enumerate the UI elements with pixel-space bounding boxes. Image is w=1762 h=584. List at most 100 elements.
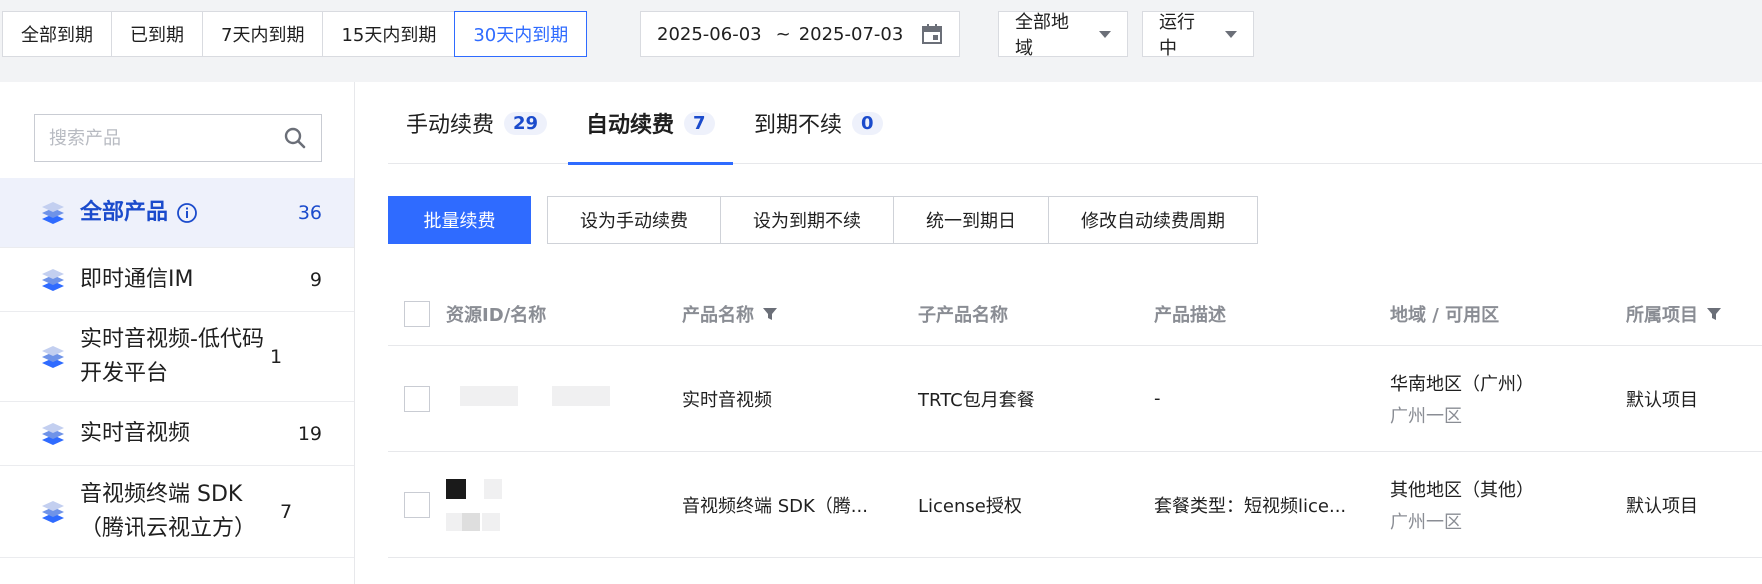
header-label: 所属项目 <box>1626 304 1698 326</box>
layers-icon <box>42 201 64 224</box>
layers-icon <box>42 268 64 291</box>
header-description: 产品描述 <box>1154 304 1226 326</box>
expiry-segmented-control: 全部到期 已到期 7天内到期 15天内到期 30天内到期 <box>2 11 588 57</box>
date-separator: ~ <box>775 23 791 45</box>
filter-icon[interactable] <box>1706 306 1722 322</box>
segment-7-days[interactable]: 7天内到期 <box>202 11 324 57</box>
product-item-count: 7 <box>280 500 293 523</box>
renewal-tabs: 手动续费 29 自动续费 7 到期不续 0 <box>388 82 1762 165</box>
redacted-block <box>446 478 466 499</box>
redacted-block <box>482 512 500 531</box>
action-button-group: 设为手动续费 设为到期不续 统一到期日 修改自动续费周期 <box>547 196 1258 244</box>
info-icon[interactable] <box>176 202 198 224</box>
table-row: 音视频终端 SDK（腾... License授权 套餐类型：短视频lice...… <box>388 452 1762 558</box>
row-checkbox[interactable] <box>404 385 430 412</box>
tab-label: 手动续费 <box>406 113 495 138</box>
product-search <box>34 114 322 162</box>
set-manual-renewal-button[interactable]: 设为手动续费 <box>547 196 721 244</box>
segment-15-days[interactable]: 15天内到期 <box>322 11 456 57</box>
layers-icon <box>42 500 64 523</box>
header-sub-product: 子产品名称 <box>918 304 1008 326</box>
header-project: 所属项目 <box>1626 301 1762 327</box>
cell-description: 套餐类型：短视频lice... <box>1154 495 1347 517</box>
resource-table: 资源ID/名称 产品名称 子产品名称 产品描述 地域 / 可用区 所属项目 实时… <box>388 282 1762 558</box>
status-select[interactable]: 运行中 <box>1142 11 1254 59</box>
product-item-im[interactable]: 即时通信IM 9 <box>0 248 354 312</box>
filter-bar: 全部到期 已到期 7天内到期 15天内到期 30天内到期 2025-06-03 … <box>0 0 1762 72</box>
header-product-name: 产品名称 <box>682 301 918 327</box>
tab-manual-renewal[interactable]: 手动续费 29 <box>388 82 565 164</box>
unify-expiry-date-button[interactable]: 统一到期日 <box>893 196 1049 244</box>
cell-sub-product: TRTC包月套餐 <box>918 389 1035 411</box>
redacted-block <box>462 512 480 531</box>
product-item-count: 9 <box>309 268 322 291</box>
redacted-block <box>460 386 518 406</box>
tab-count-badge: 7 <box>684 111 715 135</box>
cell-region: 其他地区（其他） 广州一区 <box>1390 476 1626 534</box>
row-checkbox-cell <box>388 385 446 412</box>
redacted-block <box>551 386 610 406</box>
region-name: 华南地区（广州） <box>1390 373 1534 395</box>
redacted-block <box>484 478 502 499</box>
cell-product-name: 实时音视频 <box>682 389 772 411</box>
product-item-count: 36 <box>297 201 322 224</box>
product-item-count: 1 <box>270 345 283 368</box>
product-item-av-sdk[interactable]: 音视频终端 SDK（腾讯云视立方） 7 <box>0 466 354 558</box>
product-sidebar: 全部产品 36 即时通信IM 9 实时音视频-低代码开发平台 <box>0 82 355 584</box>
product-item-label: 实时音视频 <box>80 420 191 446</box>
segment-expired[interactable]: 已到期 <box>111 11 203 57</box>
filter-icon[interactable] <box>762 306 778 322</box>
cell-project: 默认项目 <box>1626 389 1698 411</box>
date-range-picker[interactable]: 2025-06-03 ~ 2025-07-03 <box>640 11 960 57</box>
calendar-icon <box>922 24 942 44</box>
chevron-down-icon <box>1099 30 1111 38</box>
resource-id-redacted <box>446 386 682 411</box>
search-icon[interactable] <box>283 126 307 150</box>
cell-sub-product: License授权 <box>918 495 1022 517</box>
main-panel: 全部产品 36 即时通信IM 9 实时音视频-低代码开发平台 <box>0 82 1762 584</box>
header-resource-id: 资源ID/名称 <box>446 304 547 326</box>
product-search-input[interactable] <box>49 127 283 149</box>
tab-count-badge: 0 <box>852 111 883 135</box>
row-checkbox-cell <box>388 491 446 518</box>
zone-name: 广州一区 <box>1390 511 1462 533</box>
segment-all-expiry[interactable]: 全部到期 <box>2 11 112 57</box>
batch-renew-button[interactable]: 批量续费 <box>388 196 531 244</box>
action-toolbar: 批量续费 设为手动续费 设为到期不续 统一到期日 修改自动续费周期 <box>388 196 1258 244</box>
row-checkbox[interactable] <box>404 491 430 518</box>
product-list: 全部产品 36 即时通信IM 9 实时音视频-低代码开发平台 1 实时音视频 1… <box>0 178 354 558</box>
tab-no-renewal[interactable]: 到期不续 0 <box>736 82 901 164</box>
layers-icon <box>42 422 64 445</box>
header-region: 地域 / 可用区 <box>1390 304 1500 326</box>
redacted-block <box>446 512 462 531</box>
table-row: 实时音视频 TRTC包月套餐 - 华南地区（广州） 广州一区 默认项目 <box>388 346 1762 452</box>
table-header: 资源ID/名称 产品名称 子产品名称 产品描述 地域 / 可用区 所属项目 <box>388 282 1762 346</box>
cell-region: 华南地区（广州） 广州一区 <box>1390 370 1626 428</box>
date-start: 2025-06-03 <box>657 23 762 45</box>
date-end: 2025-07-03 <box>798 23 904 45</box>
product-item-trtc[interactable]: 实时音视频 19 <box>0 402 354 466</box>
set-no-renewal-button[interactable]: 设为到期不续 <box>720 196 894 244</box>
product-item-label: 即时通信IM <box>80 266 194 292</box>
header-checkbox-cell <box>388 300 446 327</box>
product-item-all[interactable]: 全部产品 36 <box>0 178 354 248</box>
modify-auto-renewal-period-button[interactable]: 修改自动续费周期 <box>1048 196 1258 244</box>
cell-description: - <box>1154 388 1161 409</box>
header-label: 产品名称 <box>682 304 754 326</box>
segment-30-days[interactable]: 30天内到期 <box>454 11 588 57</box>
zone-name: 广州一区 <box>1390 405 1462 427</box>
product-item-count: 19 <box>297 422 322 445</box>
resource-id-redacted <box>446 478 682 531</box>
tab-label: 自动续费 <box>586 113 675 138</box>
status-select-value: 运行中 <box>1159 12 1195 59</box>
region-name: 其他地区（其他） <box>1390 479 1534 501</box>
tab-count-badge: 29 <box>504 111 548 135</box>
cell-project: 默认项目 <box>1626 495 1698 517</box>
product-item-label: 全部产品 <box>80 196 298 230</box>
select-all-checkbox[interactable] <box>404 300 430 327</box>
product-item-trtc-lowcode[interactable]: 实时音视频-低代码开发平台 1 <box>0 312 354 402</box>
chevron-down-icon <box>1225 30 1237 38</box>
tab-auto-renewal[interactable]: 自动续费 7 <box>568 82 733 165</box>
product-item-label-text: 全部产品 <box>80 199 169 225</box>
region-select[interactable]: 全部地域 <box>998 11 1128 59</box>
